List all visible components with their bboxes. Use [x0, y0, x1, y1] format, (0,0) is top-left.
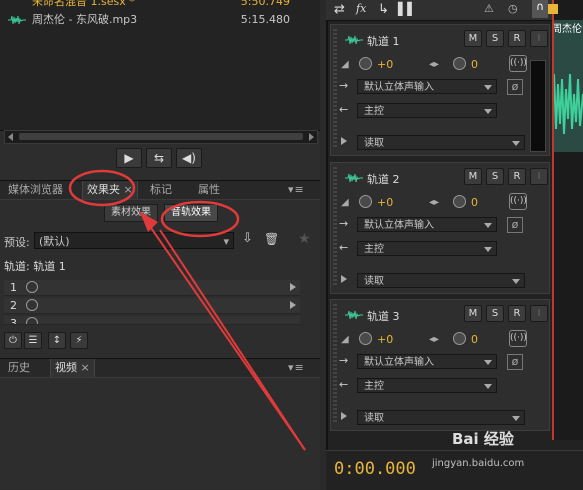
watermark-url: jingyan.baidu.com [432, 458, 525, 469]
annotation-circle [160, 200, 240, 238]
annotation-overlay [68, 169, 306, 451]
annotation-arrow-line [139, 211, 306, 451]
watermark-logo: Bai 经验 [452, 430, 514, 448]
annotation-arrow-line [159, 229, 306, 451]
annotation-circle [68, 169, 136, 207]
arrowhead-icon [140, 212, 158, 232]
